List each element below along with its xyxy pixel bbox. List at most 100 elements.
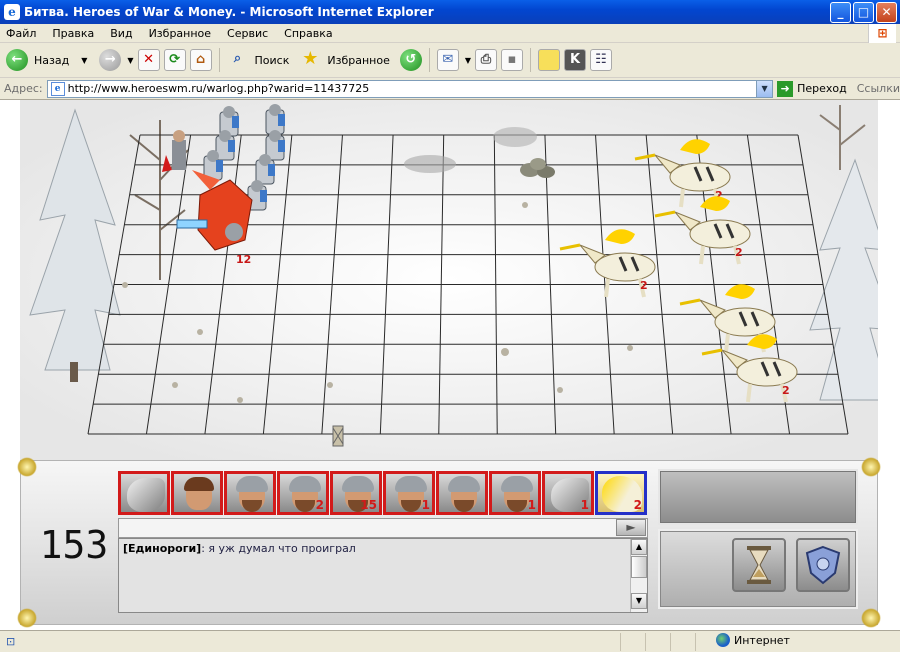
search-icon[interactable]: ⌕ — [227, 49, 249, 71]
scroll-down-icon[interactable]: ▼ — [631, 593, 647, 609]
griffin-hp-bar — [176, 219, 208, 229]
beard — [507, 500, 527, 512]
page-content: 12 2 2 2 2 2 2 15 1 1 1 2 153 ► [Единороги]: я уж… — [0, 100, 900, 630]
menu-view[interactable]: Вид — [108, 27, 134, 40]
page-icon: e — [50, 81, 65, 96]
chat-input[interactable] — [118, 518, 648, 538]
menu-file[interactable]: Файл — [4, 27, 38, 40]
battle-control-panel: 2 15 1 1 1 2 153 ► [Единороги]: я уж думал чт… — [17, 457, 881, 628]
notes-icon[interactable] — [538, 49, 560, 71]
links-label[interactable]: Ссылки — [857, 82, 900, 95]
beard — [242, 500, 262, 512]
griffin-portrait-icon — [127, 478, 165, 512]
home-icon[interactable]: ⌂ — [189, 49, 212, 71]
beard — [295, 500, 315, 512]
go-button[interactable]: ➜ Переход — [777, 80, 847, 97]
queue-count: 1 — [421, 498, 430, 512]
wait-button[interactable] — [732, 538, 786, 592]
mail-dropdown-icon[interactable]: ▼ — [465, 56, 471, 65]
chat-text: : я уж думал что проиграл — [201, 542, 356, 555]
print-icon[interactable]: ⎙ — [475, 49, 497, 71]
chat-send-button[interactable]: ► — [616, 519, 646, 536]
address-dropdown-icon[interactable]: ▼ — [756, 80, 773, 97]
messenger-icon[interactable]: K — [564, 49, 586, 71]
address-field[interactable]: e http://www.heroeswm.ru/warlog.php?wari… — [46, 79, 774, 98]
maximize-button[interactable]: □ — [853, 2, 874, 23]
helmet-icon — [448, 476, 480, 492]
search-button-label[interactable]: Поиск — [255, 54, 290, 67]
panel-corner-ornament — [861, 457, 881, 477]
security-zone: Интернет — [716, 633, 790, 647]
toolbar-separator — [428, 48, 430, 72]
scroll-up-icon[interactable]: ▲ — [631, 539, 647, 555]
stop-icon[interactable]: ✕ — [137, 49, 160, 71]
queue-portrait-griffin[interactable] — [118, 471, 170, 515]
close-button[interactable]: ✕ — [876, 2, 897, 23]
globe-icon — [716, 633, 730, 647]
menu-help[interactable]: Справка — [282, 27, 334, 40]
back-arrow-icon[interactable]: ← — [6, 49, 28, 71]
minimize-button[interactable]: _ — [830, 2, 851, 23]
edit-icon[interactable]: ▪ — [501, 49, 523, 71]
queue-portrait-archer[interactable]: 2 — [277, 471, 329, 515]
menu-edit[interactable]: Правка — [50, 27, 96, 40]
unicorn-count: 2 — [735, 246, 743, 259]
queue-portrait-swordsman[interactable] — [436, 471, 488, 515]
scroll-thumb[interactable] — [631, 556, 647, 578]
address-url[interactable]: http://www.heroeswm.ru/warlog.php?warid=… — [68, 82, 756, 95]
queue-portrait-swordsman[interactable]: 1 — [383, 471, 435, 515]
battlefield[interactable]: 12 22222 — [20, 100, 896, 460]
queue-count: 1 — [580, 498, 589, 512]
mail-icon[interactable]: ✉ — [436, 49, 459, 71]
menu-bar: Файл Правка Вид Избранное Сервис Справка… — [0, 24, 900, 43]
queue-portrait-swordsman[interactable]: 1 — [489, 471, 541, 515]
favorites-star-icon[interactable]: ★ — [299, 49, 321, 71]
back-dropdown-icon[interactable]: ▼ — [81, 56, 87, 65]
rock-shadow — [493, 127, 537, 147]
chat-message: [Единороги]: я уж думал что проиграл — [123, 542, 643, 555]
refresh-icon[interactable]: ⟳ — [163, 49, 186, 71]
go-arrow-icon: ➜ — [777, 80, 794, 97]
zone-label: Интернет — [734, 633, 790, 647]
queue-portrait-swordsman[interactable] — [224, 471, 276, 515]
windows-logo-icon: ⊞ — [868, 24, 896, 43]
griffin-count: 12 — [236, 253, 251, 266]
hourglass-icon — [747, 546, 771, 584]
research-icon[interactable]: ☷ — [590, 49, 612, 71]
chat-scrollbar[interactable]: ▲ ▼ — [630, 539, 647, 612]
queue-portrait-unicorn[interactable]: 2 — [595, 471, 647, 515]
forward-dropdown-icon[interactable]: ▼ — [127, 56, 133, 65]
status-divider — [645, 632, 646, 651]
turn-counter: 153 — [39, 523, 109, 567]
favorites-button-label[interactable]: Избранное — [327, 54, 389, 67]
menu-tools[interactable]: Сервис — [225, 27, 270, 40]
queue-count: 15 — [360, 498, 377, 512]
unicorn-count: 2 — [782, 384, 790, 397]
queue-portrait-hero[interactable] — [171, 471, 223, 515]
panel-corner-ornament — [861, 608, 881, 628]
back-button-label[interactable]: Назад — [34, 54, 69, 67]
helmet-icon — [236, 476, 268, 492]
defend-button[interactable] — [796, 538, 850, 592]
status-divider — [670, 632, 671, 651]
toolbar-separator — [530, 48, 531, 72]
go-label: Переход — [797, 82, 847, 95]
queue-portrait-swordsman[interactable]: 15 — [330, 471, 382, 515]
queue-portrait-griffin[interactable]: 1 — [542, 471, 594, 515]
beard — [401, 500, 421, 512]
history-icon[interactable]: ↺ — [399, 49, 422, 71]
page-status-icon: ⊡ — [6, 635, 16, 648]
toolbar: ← Назад ▼ → ▼ ✕ ⟳ ⌂ ⌕ Поиск ★ Избранное … — [0, 43, 900, 78]
toolbar-separator — [218, 48, 220, 72]
menu-favorites[interactable]: Избранное — [147, 27, 213, 40]
forward-arrow-icon[interactable]: → — [99, 49, 122, 71]
window-titlebar: e Битва. Heroes of War & Money. - Micros… — [0, 0, 900, 24]
queue-count: 2 — [315, 498, 324, 512]
ie-icon: e — [4, 4, 20, 20]
chat-log: [Единороги]: я уж думал что проиграл ▲ ▼ — [118, 538, 648, 613]
hero-hair — [184, 477, 214, 491]
helmet-icon — [289, 476, 321, 492]
unicorn-count: 2 — [640, 279, 648, 292]
queue-count: 2 — [633, 498, 642, 512]
status-divider — [620, 632, 621, 651]
